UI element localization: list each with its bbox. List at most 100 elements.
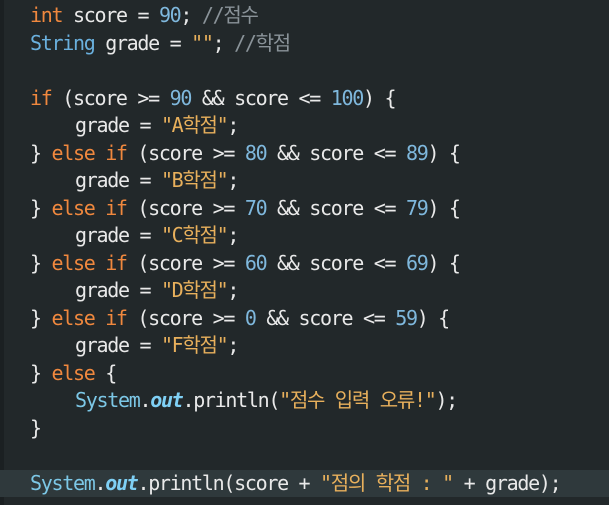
operator-token: { xyxy=(94,360,117,385)
code-line[interactable]: grade = "A학점"; xyxy=(0,112,609,140)
operator-token: ; xyxy=(212,30,235,55)
code-line[interactable]: } xyxy=(0,415,609,443)
type-token: String xyxy=(30,30,96,55)
number-token: 90 xyxy=(169,85,193,110)
identifier-token: grade = xyxy=(75,278,161,302)
operator-token: . xyxy=(182,388,194,412)
string-token: "C학점" xyxy=(160,223,229,247)
code-line[interactable] xyxy=(0,442,609,470)
method-token: println xyxy=(148,470,224,495)
string-token: "F학점" xyxy=(160,333,229,357)
code-line[interactable]: System.out.println("점수 입력 오류!"); xyxy=(0,387,609,415)
operator-token: && score <= xyxy=(266,140,406,165)
operator-token: = xyxy=(126,3,159,27)
identifier-token: grade = xyxy=(75,333,161,357)
code-line[interactable]: grade = "F학점"; xyxy=(0,332,609,360)
keyword-token: else if xyxy=(51,305,127,330)
class-token: System xyxy=(75,388,141,412)
code-line[interactable]: grade = "C학점"; xyxy=(0,222,609,250)
string-token: "" xyxy=(191,30,214,55)
number-token: 59 xyxy=(395,305,418,330)
number-token: 90 xyxy=(158,3,182,27)
operator-token: && score <= xyxy=(255,305,396,330)
operator-token: } xyxy=(30,415,42,440)
operator-token: } xyxy=(30,360,52,385)
code-line-current[interactable]: System.out.println(score + "점의 학점 : " + … xyxy=(0,469,609,497)
code-editor[interactable]: int score = 90; //점수 String grade = ""; /… xyxy=(0,0,609,505)
code-line[interactable]: grade = "B학점"; xyxy=(0,167,609,195)
operator-token: && score <= xyxy=(191,85,331,110)
operator-token: ) { xyxy=(416,305,451,330)
number-token: 100 xyxy=(330,85,365,110)
operator-token xyxy=(94,31,105,55)
code-line[interactable]: } else if (score >= 80 && score <= 89) { xyxy=(0,140,609,168)
code-line[interactable] xyxy=(0,57,609,85)
operator-token: + grade); xyxy=(452,470,562,495)
operator-token: ; xyxy=(227,278,239,302)
operator-token: = xyxy=(158,30,192,55)
operator-token: (score >= xyxy=(126,140,245,165)
operator-token: ); xyxy=(435,388,458,412)
operator-token xyxy=(62,3,73,27)
number-token: 70 xyxy=(244,195,268,220)
operator-token: ; xyxy=(227,333,239,357)
keyword-token: else if xyxy=(51,195,127,220)
comment-token: //학점 xyxy=(234,30,291,55)
operator-token: } xyxy=(30,305,52,330)
operator-token: } xyxy=(30,140,52,165)
code-line[interactable]: String grade = ""; //학점 xyxy=(0,30,609,58)
operator-token: && score <= xyxy=(266,195,406,220)
number-token: 60 xyxy=(244,250,268,275)
operator-token: . xyxy=(137,470,149,495)
number-token: 69 xyxy=(405,250,429,275)
number-token: 89 xyxy=(405,140,429,165)
operator-token: (score >= xyxy=(126,305,245,330)
code-line[interactable]: int score = 90; //점수 xyxy=(0,2,609,30)
operator-token: ; xyxy=(227,113,239,137)
number-token: 79 xyxy=(405,195,429,220)
string-token: "D학점" xyxy=(160,278,229,302)
number-token: 0 xyxy=(244,305,257,330)
operator-token: ; xyxy=(227,168,239,192)
identifier-token: grade = xyxy=(75,168,161,192)
code-line[interactable]: grade = "D학점"; xyxy=(0,277,609,305)
operator-token: ( xyxy=(268,388,280,412)
operator-token: (score >= xyxy=(126,195,245,220)
field-token: out xyxy=(150,388,184,412)
operator-token: && score <= xyxy=(266,250,406,275)
operator-token: ) { xyxy=(363,85,397,110)
operator-token: (score >= xyxy=(51,85,170,110)
identifier-token: grade = xyxy=(75,223,161,247)
code-line[interactable]: } else if (score >= 0 && score <= 59) { xyxy=(0,305,609,333)
string-token: "점수 입력 오류!" xyxy=(279,388,437,412)
operator-token: . xyxy=(94,470,106,495)
keyword-token: else if xyxy=(51,140,127,165)
operator-token: ; xyxy=(227,223,239,247)
operator-token: . xyxy=(139,388,151,412)
code-line[interactable]: if (score >= 90 && score <= 100) { xyxy=(0,85,609,113)
comment-token: //점수 xyxy=(201,3,259,27)
keyword-token: if xyxy=(30,85,53,110)
code-line[interactable]: } else if (score >= 60 && score <= 69) { xyxy=(0,250,609,278)
string-token: "A학점" xyxy=(160,113,229,137)
operator-token: (score >= xyxy=(126,250,245,275)
number-token: 80 xyxy=(244,140,268,165)
keyword-token: else xyxy=(51,360,95,385)
operator-token: } xyxy=(30,195,52,220)
keyword-token: int xyxy=(30,3,64,27)
identifier-token: grade xyxy=(105,30,160,55)
keyword-token: else if xyxy=(51,250,127,275)
code-line[interactable]: } else if (score >= 70 && score <= 79) { xyxy=(0,195,609,223)
operator-token: ) { xyxy=(427,195,461,220)
identifier-token: grade = xyxy=(75,113,161,137)
operator-token: ; xyxy=(180,3,202,27)
method-token: println xyxy=(193,388,269,412)
operator-token: } xyxy=(30,250,52,275)
identifier-token: score xyxy=(72,3,128,27)
string-token: "B학점" xyxy=(160,168,229,192)
field-token: out xyxy=(105,470,139,495)
operator-token: ) { xyxy=(427,250,461,275)
code-line[interactable]: } else { xyxy=(0,360,609,388)
operator-token: (score + xyxy=(223,470,321,495)
class-token: System xyxy=(30,470,96,495)
